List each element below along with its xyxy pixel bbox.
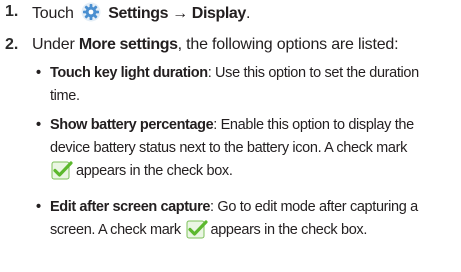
bullet-text: : Use this option to set the duration: [207, 65, 419, 81]
step-suffix: , the following options are listed:: [177, 36, 399, 53]
bullet-title: Touch key light duration: [50, 65, 208, 81]
step-text: Touch Settings → Display.: [32, 2, 250, 24]
bullet-text: : Go to edit mode after capturing a: [210, 199, 418, 215]
bullet-line: device battery status next to the batter…: [50, 140, 407, 156]
step-text: Under More settings, the following optio…: [32, 35, 399, 55]
bullet-edit-after-screen-capture: • Edit after screen capture: Go to edit …: [36, 196, 455, 242]
step-prefix: Under: [32, 36, 75, 53]
checkbox-checkmark-icon: [186, 219, 208, 239]
bullet-touch-key-light: • Touch key light duration: Use this opt…: [36, 62, 455, 108]
bullet-line: Edit after screen capture: Go to edit mo…: [50, 196, 455, 219]
bullet-text: appears in the check box.: [210, 222, 368, 238]
bullet-dot: •: [36, 117, 41, 133]
bullet-line: Show battery percentage: Enable this opt…: [50, 114, 455, 137]
checkbox-checkmark-icon: [51, 160, 73, 180]
bullet-text: appears in the check box.: [76, 163, 233, 179]
step-bold: Settings → Display: [108, 5, 246, 22]
manual-page: 1. Touch Settings → Display. 2. Under Mo…: [0, 0, 461, 272]
bullet-line: time.: [50, 88, 80, 104]
bullet-dot: •: [36, 65, 41, 81]
bullet-line: appears in the check box.: [50, 160, 455, 183]
bullet-show-battery-percentage: • Show battery percentage: Enable this o…: [36, 114, 455, 183]
bullet-text: screen. A check mark: [50, 222, 181, 238]
step-prefix: Touch: [32, 5, 74, 22]
bullet-line: screen. A check mark appears in the chec…: [50, 219, 455, 242]
step-number: 2.: [5, 36, 19, 53]
bullet-title: Edit after screen capture: [50, 199, 211, 215]
settings-gear-icon: [81, 2, 101, 22]
bullet-dot: •: [36, 199, 41, 215]
step-suffix: .: [245, 5, 251, 22]
bullet-title: Show battery percentage: [50, 117, 214, 133]
bullet-line: Touch key light duration: Use this optio…: [50, 62, 455, 85]
step-bold: More settings: [78, 36, 178, 53]
bullet-text: : Enable this option to display the: [213, 117, 414, 133]
step-number: 1.: [5, 3, 19, 20]
